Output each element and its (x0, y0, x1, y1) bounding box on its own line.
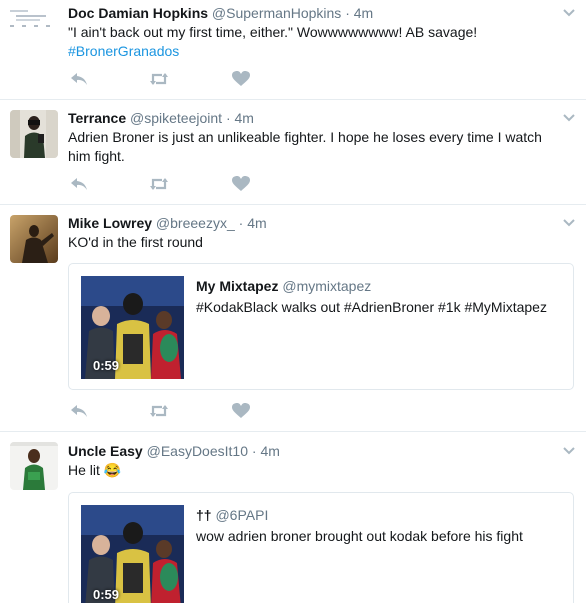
retweet-icon[interactable] (148, 70, 170, 88)
tweet-header: Terrance @spiketeejoint · 4m (68, 109, 254, 127)
video-thumbnail[interactable]: 0:59 (81, 276, 184, 379)
reply-icon[interactable] (68, 402, 90, 420)
heart-icon[interactable] (230, 175, 252, 193)
quoted-tweet-header: My Mixtapez @mymixtapez (196, 278, 371, 294)
timestamp[interactable]: 4m (235, 110, 254, 126)
separator: · (238, 215, 244, 231)
tweet[interactable]: Mike Lowrey @breeezyx_ · 4m KO'd in the … (0, 205, 586, 432)
heart-icon[interactable] (230, 70, 252, 88)
display-name[interactable]: Terrance (68, 110, 126, 126)
quoted-display-name[interactable]: My Mixtapez (196, 278, 278, 294)
quoted-display-name[interactable]: †† (196, 507, 212, 523)
display-name[interactable]: Mike Lowrey (68, 215, 152, 231)
chevron-down-icon[interactable] (562, 446, 576, 456)
username[interactable]: @spiketeejoint (130, 110, 222, 126)
username[interactable]: @breeezyx_ (156, 215, 235, 231)
reply-icon[interactable] (68, 175, 90, 193)
video-duration: 0:59 (93, 587, 120, 602)
timeline: Doc Damian Hopkins @SupermanHopkins · 4m… (0, 0, 586, 603)
tweet-actions (68, 70, 268, 88)
avatar[interactable] (10, 442, 58, 490)
tweet-text: "I ain't back out my first time, either.… (68, 23, 568, 61)
quoted-tweet-text: #KodakBlack walks out #AdrienBroner #1k … (196, 299, 547, 315)
separator: · (345, 5, 350, 21)
chevron-down-icon[interactable] (562, 113, 576, 123)
tweet-header: Doc Damian Hopkins @SupermanHopkins · 4m (68, 4, 373, 22)
separator: · (225, 110, 231, 126)
avatar[interactable] (10, 8, 58, 30)
tweet-header: Uncle Easy @EasyDoesIt10 · 4m (68, 442, 280, 460)
quoted-username[interactable]: @mymixtapez (282, 278, 371, 294)
display-name[interactable]: Doc Damian Hopkins (68, 5, 208, 21)
quoted-tweet-text: wow adrien broner brought out kodak befo… (196, 528, 523, 544)
tweet-actions (68, 175, 268, 193)
tweet-text-body: "I ain't back out my first time, either.… (68, 24, 478, 40)
quoted-tweet-card[interactable]: 0:59 †† @6PAPI wow adrien broner brought… (68, 492, 574, 603)
timestamp[interactable]: 4m (247, 215, 266, 231)
avatar[interactable] (10, 110, 58, 158)
avatar[interactable] (10, 215, 58, 263)
retweet-icon[interactable] (148, 402, 170, 420)
tweet-text: Adrien Broner is just an unlikeable figh… (68, 129, 542, 164)
video-thumbnail[interactable]: 0:59 (81, 505, 184, 603)
tweet[interactable]: Doc Damian Hopkins @SupermanHopkins · 4m… (0, 0, 586, 100)
display-name[interactable]: Uncle Easy (68, 443, 143, 459)
chevron-down-icon[interactable] (562, 218, 576, 228)
tweet[interactable]: Uncle Easy @EasyDoesIt10 · 4m He lit 😂 0… (0, 432, 586, 603)
reply-icon[interactable] (68, 70, 90, 88)
timestamp[interactable]: 4m (260, 443, 279, 459)
tweet-header: Mike Lowrey @breeezyx_ · 4m (68, 214, 267, 232)
timestamp[interactable]: 4m (354, 5, 373, 21)
video-duration: 0:59 (93, 358, 120, 373)
chevron-down-icon[interactable] (562, 8, 576, 18)
heart-icon[interactable] (230, 402, 252, 420)
retweet-icon[interactable] (148, 175, 170, 193)
username[interactable]: @EasyDoesIt10 (147, 443, 248, 459)
tweet-text: He lit 😂 (68, 462, 122, 478)
quoted-tweet-header: †† @6PAPI (196, 507, 268, 523)
quoted-tweet-card[interactable]: 0:59 My Mixtapez @mymixtapez #KodakBlack… (68, 263, 574, 390)
tweet-actions (68, 402, 268, 420)
separator: · (251, 443, 257, 459)
username[interactable]: @SupermanHopkins (212, 5, 341, 21)
quoted-username[interactable]: @6PAPI (215, 507, 268, 523)
tweet-text: KO'd in the first round (68, 234, 203, 250)
tweet[interactable]: Terrance @spiketeejoint · 4m Adrien Bron… (0, 100, 586, 205)
hashtag-link[interactable]: #BronerGranados (68, 42, 568, 61)
